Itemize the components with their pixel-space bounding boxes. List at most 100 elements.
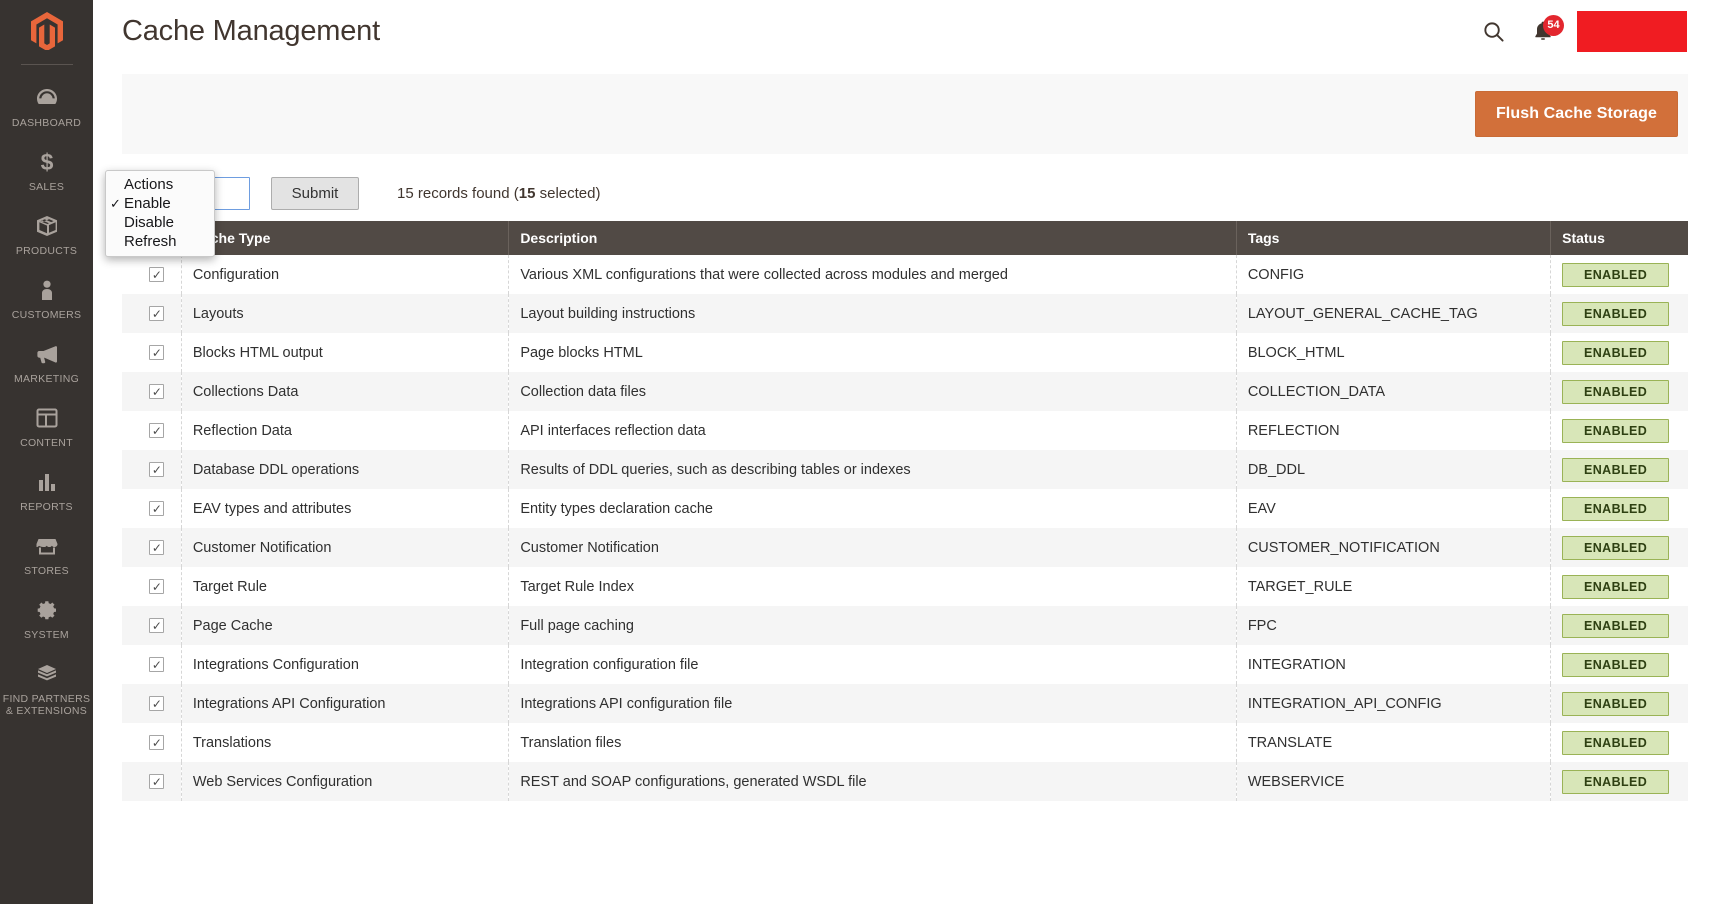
cell-tags: REFLECTION bbox=[1236, 411, 1552, 450]
row-checkbox[interactable]: ✓ bbox=[149, 384, 165, 400]
table-row[interactable]: ✓ Target Rule Target Rule Index TARGET_RULE… bbox=[122, 567, 1688, 606]
table-row[interactable]: ✓ Translations Translation files TRANSLATE E… bbox=[122, 723, 1688, 762]
table-row[interactable]: ✓ Collections Data Collection data files CO… bbox=[122, 372, 1688, 411]
table-row[interactable]: ✓ Configuration Various XML configurations… bbox=[122, 255, 1688, 294]
table-row[interactable]: ✓ EAV types and attributes Entity types de… bbox=[122, 489, 1688, 528]
row-checkbox[interactable]: ✓ bbox=[149, 774, 165, 790]
cell-description: Page blocks HTML bbox=[508, 333, 1237, 372]
row-select-cell[interactable]: ✓ bbox=[122, 684, 182, 723]
column-header-tags[interactable]: Tags bbox=[1236, 221, 1552, 255]
sidebar-item-find-partners-extensions[interactable]: FIND PARTNERS & EXTENSIONS bbox=[0, 651, 93, 727]
cell-cache-type: Reflection Data bbox=[181, 411, 510, 450]
sidebar-item-label: FIND PARTNERS & EXTENSIONS bbox=[2, 693, 91, 717]
row-select-cell[interactable]: ✓ bbox=[122, 567, 182, 606]
table-row[interactable]: ✓ Database DDL operations Results of DDL q… bbox=[122, 450, 1688, 489]
status-badge: ENABLED bbox=[1562, 535, 1670, 560]
row-select-cell[interactable]: ✓ bbox=[122, 411, 182, 450]
cell-description: Integrations API configuration file bbox=[508, 684, 1237, 723]
cell-status: ENABLED bbox=[1551, 450, 1688, 489]
cell-cache-type: Integrations API Configuration bbox=[181, 684, 510, 723]
dashboard-icon bbox=[33, 84, 61, 112]
cell-tags: TRANSLATE bbox=[1236, 723, 1552, 762]
column-header-status[interactable]: Status bbox=[1550, 221, 1688, 255]
cell-tags: INTEGRATION bbox=[1236, 645, 1552, 684]
table-row[interactable]: ✓ Integrations API Configuration Integrati… bbox=[122, 684, 1688, 723]
row-checkbox[interactable]: ✓ bbox=[149, 579, 165, 595]
column-header-cache-type[interactable]: Cache Type bbox=[181, 221, 510, 255]
table-row[interactable]: ✓ Integrations Configuration Integration c… bbox=[122, 645, 1688, 684]
submit-button[interactable]: Submit bbox=[271, 176, 359, 210]
column-header-description[interactable]: Description bbox=[508, 221, 1237, 255]
row-select-cell[interactable]: ✓ bbox=[122, 762, 182, 801]
cell-status: ENABLED bbox=[1551, 489, 1688, 528]
sidebar-item-reports[interactable]: REPORTS bbox=[0, 459, 93, 523]
status-badge: ENABLED bbox=[1562, 730, 1670, 755]
cell-tags: DB_DDL bbox=[1236, 450, 1552, 489]
sidebar-nav-list: DASHBOARD $ SALES PRODUCTS CUSTOMERS MARKETIN… bbox=[0, 75, 93, 727]
cell-tags: FPC bbox=[1236, 606, 1552, 645]
sidebar-item-label: CUSTOMERS bbox=[11, 309, 82, 321]
magento-logo-icon[interactable] bbox=[0, 0, 93, 62]
sidebar-item-marketing[interactable]: MARKETING bbox=[0, 331, 93, 395]
cell-status: ENABLED bbox=[1551, 723, 1688, 762]
cell-status: ENABLED bbox=[1551, 411, 1688, 450]
cell-tags: TARGET_RULE bbox=[1236, 567, 1552, 606]
sidebar-item-stores[interactable]: STORES bbox=[0, 523, 93, 587]
row-checkbox[interactable]: ✓ bbox=[149, 696, 165, 712]
dropdown-option-enable[interactable]: ✓ Enable bbox=[106, 194, 214, 213]
row-checkbox[interactable]: ✓ bbox=[149, 462, 165, 478]
table-row[interactable]: ✓ Customer Notification Customer Notificat… bbox=[122, 528, 1688, 567]
row-select-cell[interactable]: ✓ bbox=[122, 489, 182, 528]
row-select-cell[interactable]: ✓ bbox=[122, 333, 182, 372]
table-row[interactable]: ✓ Page Cache Full page caching FPC ENABLED bbox=[122, 606, 1688, 645]
table-row[interactable]: ✓ Web Services Configuration REST and SOAP… bbox=[122, 762, 1688, 801]
row-checkbox[interactable]: ✓ bbox=[149, 540, 165, 556]
records-prefix: 15 records found ( bbox=[397, 184, 519, 202]
sidebar-item-sales[interactable]: $ SALES bbox=[0, 139, 93, 203]
row-select-cell[interactable]: ✓ bbox=[122, 372, 182, 411]
mass-action-dropdown-popup[interactable]: Actions ✓ Enable Disable Refresh bbox=[105, 170, 215, 257]
row-select-cell[interactable]: ✓ bbox=[122, 723, 182, 762]
row-select-cell[interactable]: ✓ bbox=[122, 606, 182, 645]
row-checkbox[interactable]: ✓ bbox=[149, 267, 165, 283]
page-header: Cache Management 54 bbox=[93, 0, 1721, 62]
sidebar-item-system[interactable]: SYSTEM bbox=[0, 587, 93, 651]
row-checkbox[interactable]: ✓ bbox=[149, 618, 165, 634]
row-checkbox[interactable]: ✓ bbox=[149, 657, 165, 673]
sidebar-item-products[interactable]: PRODUCTS bbox=[0, 203, 93, 267]
table-row[interactable]: ✓ Reflection Data API interfaces reflectio… bbox=[122, 411, 1688, 450]
row-select-cell[interactable]: ✓ bbox=[122, 645, 182, 684]
row-select-cell[interactable]: ✓ bbox=[122, 528, 182, 567]
check-icon: ✓ bbox=[110, 195, 121, 211]
grid-controls-row: Submit 15 records found (15 selected) bbox=[122, 176, 1721, 210]
search-icon[interactable] bbox=[1471, 9, 1515, 53]
cell-cache-type: Blocks HTML output bbox=[181, 333, 510, 372]
cell-cache-type: Customer Notification bbox=[181, 528, 510, 567]
magento-logo-svg bbox=[30, 12, 63, 50]
row-checkbox[interactable]: ✓ bbox=[149, 306, 165, 322]
cell-cache-type: Translations bbox=[181, 723, 510, 762]
table-row[interactable]: ✓ Layouts Layout building instructions LAYO… bbox=[122, 294, 1688, 333]
cell-status: ENABLED bbox=[1551, 294, 1688, 333]
row-checkbox[interactable]: ✓ bbox=[149, 501, 165, 517]
user-menu-redacted[interactable] bbox=[1577, 10, 1687, 52]
status-badge: ENABLED bbox=[1562, 652, 1670, 677]
table-row[interactable]: ✓ Blocks HTML output Page blocks HTML BLOCK… bbox=[122, 333, 1688, 372]
status-badge: ENABLED bbox=[1562, 613, 1670, 638]
dropdown-option-refresh[interactable]: Refresh bbox=[106, 232, 214, 251]
row-select-cell[interactable]: ✓ bbox=[122, 450, 182, 489]
cell-description: Target Rule Index bbox=[508, 567, 1237, 606]
row-checkbox[interactable]: ✓ bbox=[149, 345, 165, 361]
sidebar-divider bbox=[20, 64, 73, 65]
row-checkbox[interactable]: ✓ bbox=[149, 423, 165, 439]
notifications-bell-icon[interactable]: 54 bbox=[1521, 9, 1565, 53]
sidebar-item-dashboard[interactable]: DASHBOARD bbox=[0, 75, 93, 139]
dropdown-option-disable[interactable]: Disable bbox=[106, 213, 214, 232]
dropdown-option-actions[interactable]: Actions bbox=[106, 175, 214, 194]
row-checkbox[interactable]: ✓ bbox=[149, 735, 165, 751]
row-select-cell[interactable]: ✓ bbox=[122, 294, 182, 333]
row-select-cell[interactable]: ✓ bbox=[122, 255, 182, 294]
sidebar-item-customers[interactable]: CUSTOMERS bbox=[0, 267, 93, 331]
sidebar-item-content[interactable]: CONTENT bbox=[0, 395, 93, 459]
flush-cache-storage-button[interactable]: Flush Cache Storage bbox=[1474, 91, 1678, 137]
